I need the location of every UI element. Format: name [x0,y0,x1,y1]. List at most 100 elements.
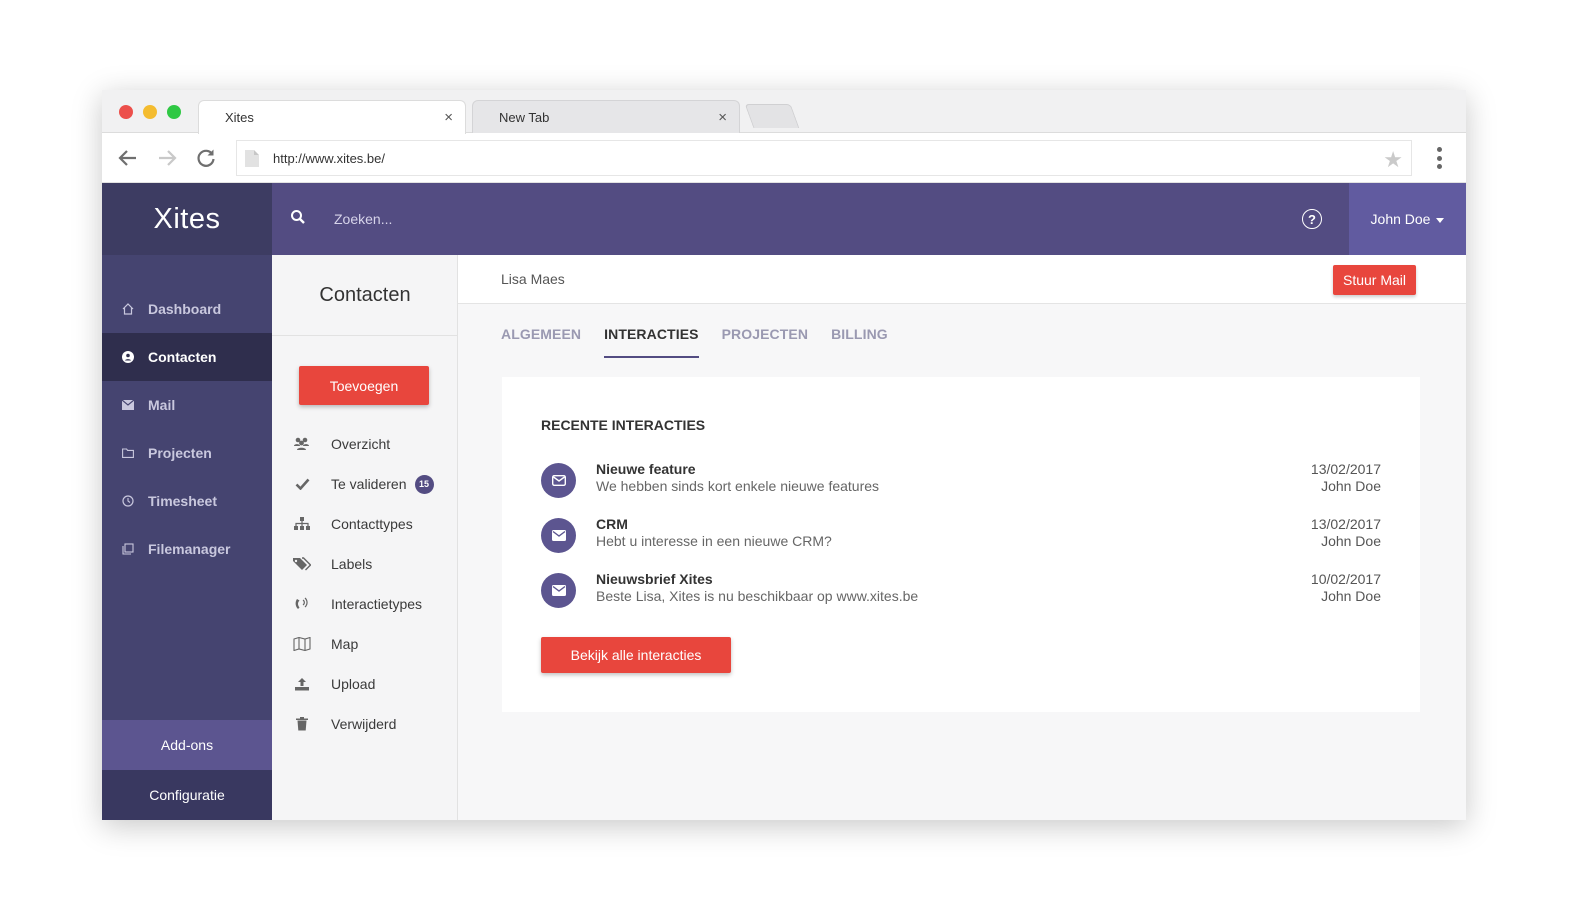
sidebar: Dashboard Contacten Mail Projecten Times… [102,255,272,820]
interaction-item[interactable]: Nieuwsbrief Xites Beste Lisa, Xites is n… [541,571,1381,611]
sidebar-item-mail[interactable]: Mail [102,381,272,429]
sidebar-item-label: Projecten [148,445,212,461]
subpanel-item-verwijderd[interactable]: Verwijderd [272,706,458,742]
sidebar-item-dashboard[interactable]: Dashboard [102,285,272,333]
sidebar-item-label: Mail [148,397,176,413]
contact-header: Lisa Maes Stuur Mail [458,255,1466,304]
envelope-icon [122,399,134,411]
users-icon [292,436,312,452]
envelope-icon [541,463,576,498]
tab-interacties[interactable]: INTERACTIES [604,326,699,358]
subpanel-item-label: Upload [331,676,376,692]
sidebar-item-projecten[interactable]: Projecten [102,429,272,477]
interaction-user: John Doe [1321,478,1381,494]
sidebar-item-filemanager[interactable]: Filemanager [102,525,272,573]
contact-name: Lisa Maes [501,271,565,287]
interaction-user: John Doe [1321,588,1381,604]
view-all-interactions-button[interactable]: Bekijk alle interacties [541,637,731,673]
interaction-title: Nieuwe feature [596,461,696,477]
interaction-item[interactable]: CRM Hebt u interesse in een nieuwe CRM? … [541,516,1381,556]
check-icon [292,476,312,492]
subpanel-header: Contacten [272,255,458,336]
folder-icon [122,447,134,459]
interaction-text: Beste Lisa, Xites is nu beschikbaar op w… [596,588,919,604]
subpanel-item-interactietypes[interactable]: Interactietypes [272,586,458,622]
subpanel-item-overzicht[interactable]: Overzicht [272,426,458,462]
home-icon [122,303,134,315]
address-bar[interactable]: http://www.xites.be/ ★ [236,140,1412,176]
sitemap-icon [292,516,312,532]
user-icon [122,351,134,363]
subpanel-item-labels[interactable]: Labels [272,546,458,582]
subpanel-item-upload[interactable]: Upload [272,666,458,702]
back-icon[interactable] [115,145,141,171]
chevron-down-icon [1436,218,1445,223]
subpanel-item-contacttypes[interactable]: Contacttypes [272,506,458,542]
sidebar-item-label: Dashboard [148,301,222,317]
subpanel-title: Contacten [319,283,411,306]
interactions-card: RECENTE INTERACTIES Nieuwe feature We he… [502,377,1420,712]
minimize-window-button[interactable] [143,105,157,119]
trash-icon [292,716,312,732]
brand-logo[interactable]: Xites [102,183,272,255]
close-window-button[interactable] [119,105,133,119]
contacts-subpanel: Contacten Toevoegen Overzicht Te valider… [272,255,458,820]
tab-algemeen[interactable]: ALGEMEEN [501,326,581,358]
upload-icon [292,676,312,692]
interaction-date: 13/02/2017 [1310,461,1381,477]
configuration-button[interactable]: Configuratie [102,770,272,820]
user-name: John Doe [1370,211,1431,227]
new-tab-button[interactable] [744,104,800,128]
subpanel-item-label: Verwijderd [331,716,397,732]
search-icon[interactable] [290,209,306,225]
count-badge: 15 [414,474,434,494]
close-icon[interactable]: × [718,109,727,126]
app: Xites ? John Doe Dashboard [102,183,1466,820]
interaction-date: 13/02/2017 [1310,516,1381,532]
envelope-icon [541,573,576,608]
tab-billing[interactable]: BILLING [831,326,888,358]
files-icon [122,543,134,555]
tab-title: New Tab [499,110,550,125]
tags-icon [292,556,312,572]
clock-icon [122,495,134,507]
browser-toolbar: http://www.xites.be/ ★ [102,133,1466,183]
subpanel-item-label: Overzicht [331,436,391,452]
forward-icon[interactable] [154,145,180,171]
help-icon[interactable]: ? [1302,209,1322,229]
search-input[interactable] [334,207,734,231]
subpanel-item-label: Map [331,636,359,652]
browser-tab-xites[interactable]: Xites × [198,100,466,134]
bookmark-star-icon[interactable]: ★ [1383,147,1403,173]
addons-button[interactable]: Add-ons [102,720,272,770]
add-contact-button[interactable]: Toevoegen [299,366,429,405]
url-text[interactable]: http://www.xites.be/ [273,151,385,166]
subpanel-item-map[interactable]: Map [272,626,458,662]
interaction-user: John Doe [1321,533,1381,549]
subpanel-item-label: Labels [331,556,373,572]
browser-menu-icon[interactable] [1434,145,1444,171]
maximize-window-button[interactable] [167,105,181,119]
close-icon[interactable]: × [444,109,453,126]
tab-projecten[interactable]: PROJECTEN [722,326,808,358]
interaction-date: 10/02/2017 [1310,571,1381,587]
sidebar-item-timesheet[interactable]: Timesheet [102,477,272,525]
subpanel-item-te-valideren[interactable]: Te valideren 15 [272,466,458,502]
subpanel-item-label: Contacttypes [331,516,413,532]
browser-tab-new-tab[interactable]: New Tab × [472,100,740,134]
top-bar: ? John Doe [272,183,1466,255]
browser-window: Xites × New Tab × http://www.xites.be/ ★… [102,90,1466,820]
sidebar-item-label: Filemanager [148,541,231,557]
sidebar-item-contacten[interactable]: Contacten [102,333,272,381]
card-title: RECENTE INTERACTIES [541,417,706,433]
send-mail-button[interactable]: Stuur Mail [1333,265,1416,295]
page-icon [245,149,259,167]
interaction-item[interactable]: Nieuwe feature We hebben sinds kort enke… [541,461,1381,501]
reload-icon[interactable] [193,145,219,171]
subpanel-item-label: Te valideren [331,476,407,492]
map-icon [292,636,312,652]
interaction-title: Nieuwsbrief Xites [596,571,713,587]
phone-volume-icon [292,596,312,612]
main-content: Lisa Maes Stuur Mail ALGEMEEN INTERACTIE… [458,255,1466,820]
user-menu[interactable]: John Doe [1349,183,1466,255]
